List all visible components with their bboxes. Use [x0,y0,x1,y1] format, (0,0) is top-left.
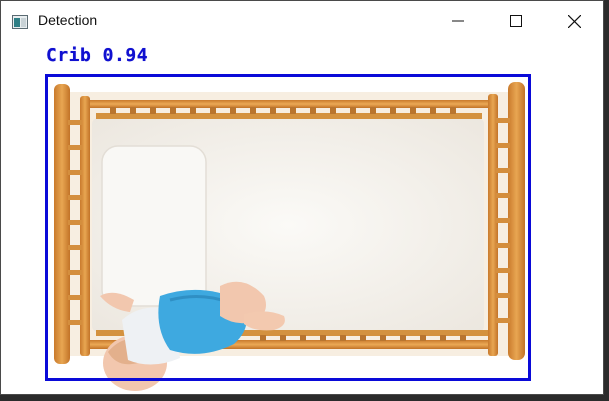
minimize-icon [452,20,464,22]
app-icon [12,14,28,29]
bounding-box [45,74,531,381]
close-icon [567,14,581,28]
title-bar[interactable]: Detection [1,1,603,41]
maximize-button[interactable] [487,1,545,41]
maximize-icon [510,15,522,27]
detection-label: Crib 0.94 [46,45,149,66]
window-title: Detection [38,12,98,28]
minimize-button[interactable] [429,1,487,41]
close-button[interactable] [545,1,603,41]
